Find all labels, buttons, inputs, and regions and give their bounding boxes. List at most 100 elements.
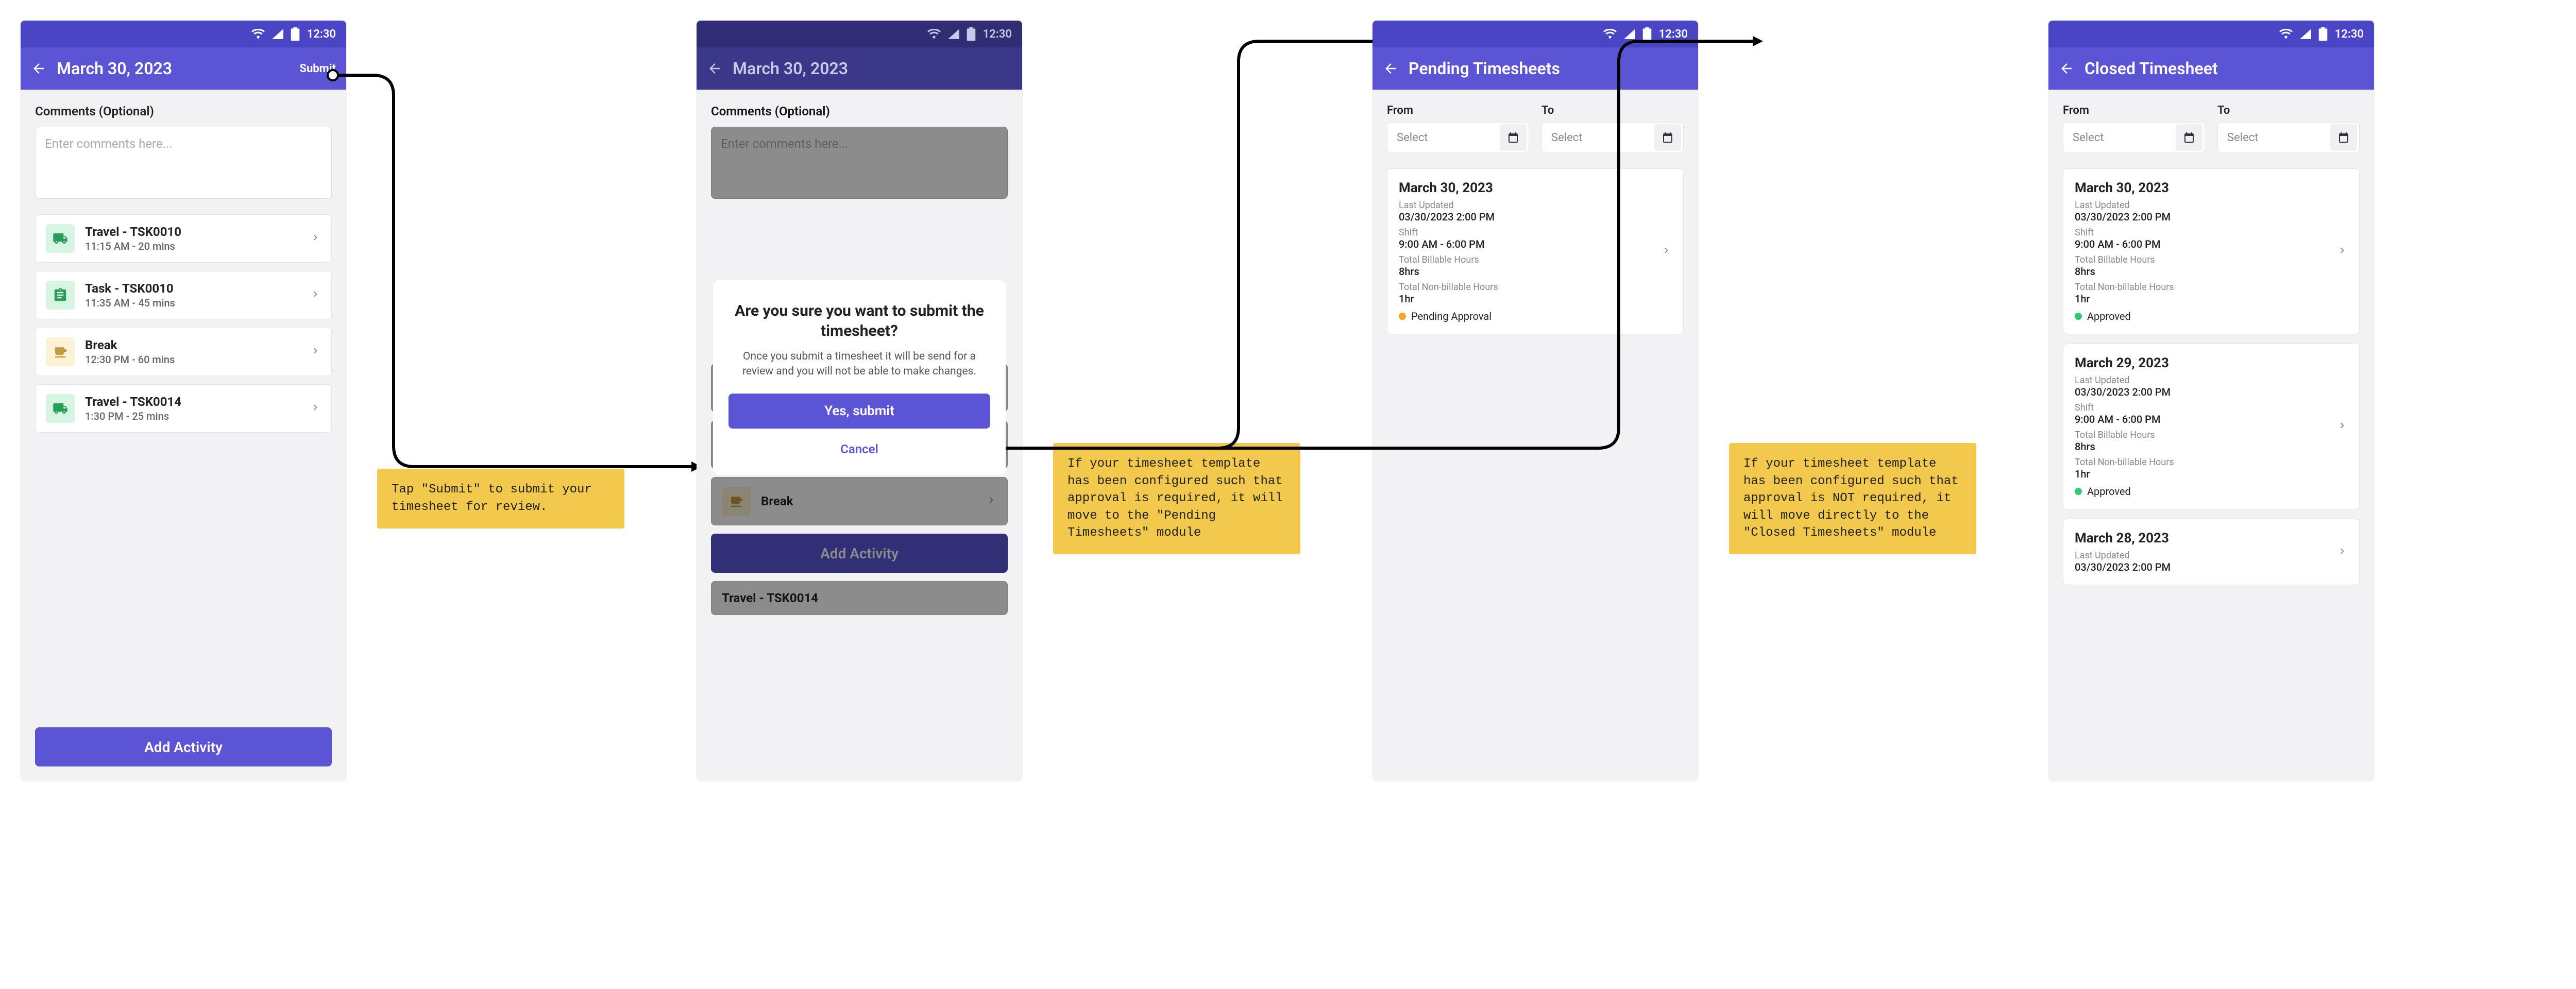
- app-bar: Closed Timesheet: [2048, 47, 2374, 90]
- activity-sub: 11:35 AM - 45 mins: [85, 297, 299, 309]
- back-icon[interactable]: [2059, 61, 2074, 76]
- value: 1hr: [2075, 293, 2336, 305]
- to-date-input[interactable]: Select: [1541, 122, 1684, 153]
- add-activity-button[interactable]: Add Activity: [35, 727, 332, 766]
- activity-card[interactable]: Task - TSK0010 11:35 AM - 45 mins: [35, 271, 332, 319]
- yes-submit-button[interactable]: Yes, submit: [728, 394, 990, 429]
- activity-card[interactable]: Travel - TSK0014 1:30 PM - 25 mins: [35, 384, 332, 433]
- status-text: Approved: [2087, 485, 2131, 498]
- label: Total Billable Hours: [2075, 254, 2336, 265]
- chevron-right-icon: [2336, 245, 2348, 258]
- to-date-input[interactable]: Select: [2217, 122, 2360, 153]
- status-dot-icon: [2075, 488, 2082, 495]
- status-row: Approved: [2075, 310, 2336, 322]
- status-row: Approved: [2075, 485, 2336, 498]
- status-bar: 12:30: [1372, 21, 1698, 47]
- activity-title: Task - TSK0010: [85, 281, 299, 296]
- timesheet-date: March 28, 2023: [2075, 531, 2336, 546]
- status-text: Approved: [2087, 310, 2131, 322]
- placeholder: Select: [1397, 131, 1428, 144]
- from-label: From: [1387, 104, 1529, 117]
- activity-card[interactable]: Travel - TSK0010 11:15 AM - 20 mins: [35, 214, 332, 263]
- status-bar: 12:30: [2048, 21, 2374, 47]
- back-icon[interactable]: [1383, 61, 1398, 76]
- annotation-note: Tap "Submit" to submit your timesheet fo…: [377, 469, 624, 528]
- value: 1hr: [1399, 293, 1660, 305]
- screen-confirm-dialog: 12:30 March 30, 2023 Comments (Optional)…: [697, 21, 1022, 781]
- placeholder: Select: [1551, 131, 1582, 144]
- comments-input[interactable]: Enter comments here...: [35, 127, 332, 199]
- chevron-right-icon: [310, 345, 321, 359]
- value: 1hr: [2075, 468, 2336, 480]
- activity-card[interactable]: Break 12:30 PM - 60 mins: [35, 328, 332, 376]
- from-date-input[interactable]: Select: [2063, 122, 2205, 153]
- value: 03/30/2023 2:00 PM: [1399, 211, 1660, 223]
- app-bar: March 30, 2023 Submit: [21, 47, 346, 90]
- battery-icon: [291, 27, 300, 41]
- label: Last Updated: [2075, 550, 2336, 561]
- status-bar: 12:30: [21, 21, 346, 47]
- timesheet-card[interactable]: March 29, 2023 Last Updated 03/30/2023 2…: [2063, 344, 2360, 509]
- confirm-dialog: Are you sure you want to submit the time…: [697, 21, 1022, 781]
- truck-icon: [46, 224, 75, 253]
- value: 8hrs: [2075, 440, 2336, 453]
- timesheet-date: March 30, 2023: [2075, 180, 2336, 196]
- from-date-input[interactable]: Select: [1387, 122, 1529, 153]
- value: 9:00 AM - 6:00 PM: [1399, 238, 1660, 250]
- status-time: 12:30: [1659, 28, 1688, 41]
- value: 8hrs: [1399, 265, 1660, 278]
- dialog-body: Once you submit a timesheet it will be s…: [728, 349, 990, 380]
- wifi-icon: [1603, 29, 1617, 39]
- calendar-icon[interactable]: [1500, 124, 1527, 151]
- screen-compose-timesheet: 12:30 March 30, 2023 Submit Comments (Op…: [21, 21, 346, 781]
- calendar-icon[interactable]: [2176, 124, 2202, 151]
- chevron-right-icon: [1660, 245, 1672, 258]
- battery-icon: [2318, 27, 2328, 41]
- value: 03/30/2023 2:00 PM: [2075, 386, 2336, 398]
- value: 8hrs: [2075, 265, 2336, 278]
- label: Total Billable Hours: [1399, 254, 1660, 265]
- timesheet-card[interactable]: March 30, 2023 Last Updated 03/30/2023 2…: [1387, 168, 1684, 334]
- label: Shift: [1399, 227, 1660, 238]
- label: Total Non-billable Hours: [2075, 457, 2336, 468]
- activity-title: Travel - TSK0010: [85, 225, 299, 239]
- battery-icon: [1642, 27, 1652, 41]
- from-label: From: [2063, 104, 2205, 117]
- timesheet-card[interactable]: March 28, 2023 Last Updated 03/30/2023 2…: [2063, 519, 2360, 585]
- annotation-note: If your timesheet template has been conf…: [1053, 443, 1300, 554]
- activity-sub: 11:15 AM - 20 mins: [85, 240, 299, 252]
- activity-sub: 12:30 PM - 60 mins: [85, 353, 299, 366]
- annotation-note: If your timesheet template has been conf…: [1729, 443, 1976, 554]
- status-dot-icon: [2075, 313, 2082, 320]
- calendar-icon[interactable]: [2330, 124, 2357, 151]
- calendar-icon[interactable]: [1654, 124, 1681, 151]
- signal-icon: [2300, 29, 2311, 39]
- submit-button[interactable]: Submit: [299, 62, 336, 75]
- wifi-icon: [2279, 29, 2293, 39]
- wifi-icon: [251, 29, 265, 39]
- label: Shift: [2075, 227, 2336, 238]
- value: 9:00 AM - 6:00 PM: [2075, 238, 2336, 250]
- cancel-button[interactable]: Cancel: [728, 436, 990, 463]
- value: 9:00 AM - 6:00 PM: [2075, 413, 2336, 425]
- status-dot-icon: [1399, 313, 1406, 320]
- label: Total Non-billable Hours: [2075, 282, 2336, 293]
- comments-label: Comments (Optional): [35, 104, 332, 118]
- activity-title: Break: [85, 338, 299, 352]
- timesheet-date: March 30, 2023: [1399, 180, 1660, 196]
- screen-pending-timesheets: 12:30 Pending Timesheets From Select To …: [1372, 21, 1698, 781]
- to-label: To: [1541, 104, 1684, 117]
- status-text: Pending Approval: [1411, 310, 1492, 322]
- chevron-right-icon: [2336, 420, 2348, 433]
- timesheet-card[interactable]: March 30, 2023 Last Updated 03/30/2023 2…: [2063, 168, 2360, 334]
- back-icon[interactable]: [31, 61, 46, 76]
- label: Total Billable Hours: [2075, 430, 2336, 440]
- truck-icon: [46, 394, 75, 423]
- label: Shift: [2075, 402, 2336, 413]
- chevron-right-icon: [310, 288, 321, 302]
- activity-sub: 1:30 PM - 25 mins: [85, 410, 299, 422]
- coffee-icon: [46, 337, 75, 366]
- chevron-right-icon: [310, 402, 321, 415]
- status-time: 12:30: [2335, 28, 2364, 41]
- task-icon: [46, 281, 75, 310]
